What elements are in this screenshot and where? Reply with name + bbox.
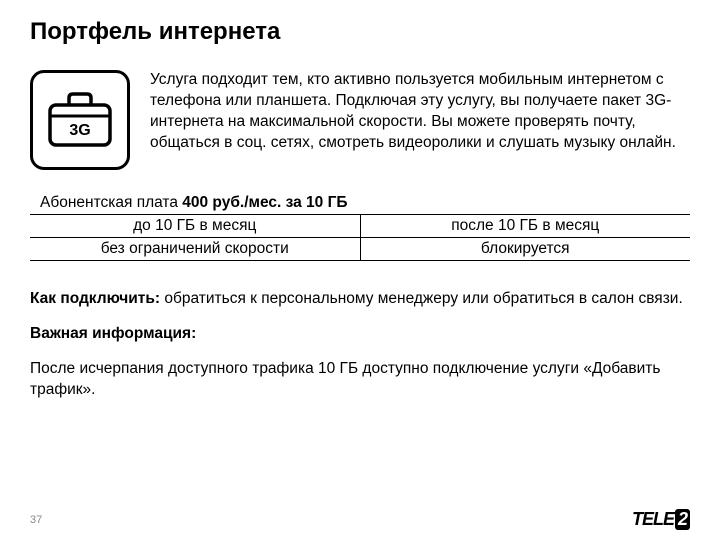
table-row: без ограничений скорости блокируется bbox=[30, 238, 690, 261]
logo-badge: 2 bbox=[675, 509, 690, 530]
important-text: После исчерпания доступного трафика 10 Г… bbox=[30, 359, 690, 401]
table-cell: без ограничений скорости bbox=[30, 238, 360, 261]
briefcase-3g-icon: 3G bbox=[45, 90, 115, 150]
tariff-table: до 10 ГБ в месяц после 10 ГБ в месяц без… bbox=[30, 214, 690, 261]
fee-line: Абонентская плата 400 руб./мес. за 10 ГБ bbox=[40, 194, 690, 212]
table-cell: блокируется bbox=[360, 238, 690, 261]
page-title: Портфель интернета bbox=[30, 18, 690, 46]
table-row: до 10 ГБ в месяц после 10 ГБ в месяц bbox=[30, 215, 690, 238]
intro-row: 3G Услуга подходит тем, кто активно поль… bbox=[30, 70, 690, 170]
howto-text: обратиться к персональному менеджеру или… bbox=[164, 290, 682, 307]
brand-logo: TELE2 bbox=[632, 509, 690, 530]
page-number: 37 bbox=[30, 514, 42, 526]
important-section: Важная информация: bbox=[30, 324, 690, 345]
svg-text:3G: 3G bbox=[69, 122, 90, 139]
fee-amount: 400 руб./мес. за 10 ГБ bbox=[182, 194, 347, 211]
howto-section: Как подключить: обратиться к персонально… bbox=[30, 289, 690, 310]
logo-text: TELE bbox=[632, 509, 674, 529]
service-description: Услуга подходит тем, кто активно пользуе… bbox=[150, 70, 690, 170]
important-label: Важная информация: bbox=[30, 324, 690, 345]
table-header-cell: до 10 ГБ в месяц bbox=[30, 215, 360, 238]
howto-label: Как подключить: bbox=[30, 290, 164, 307]
service-icon: 3G bbox=[30, 70, 130, 170]
table-header-cell: после 10 ГБ в месяц bbox=[360, 215, 690, 238]
fee-prefix: Абонентская плата bbox=[40, 194, 182, 211]
